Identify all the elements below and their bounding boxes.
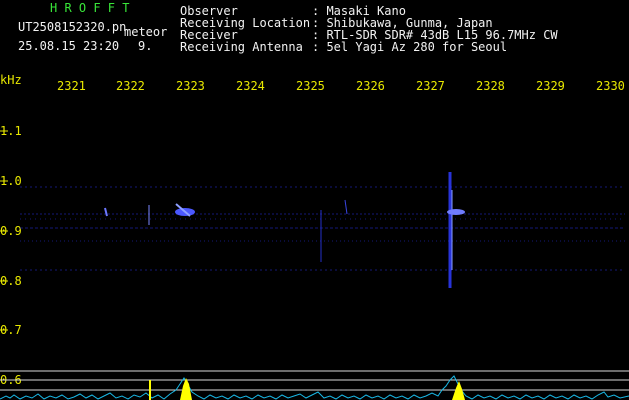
reference-lines [0,370,629,391]
spectrogram-plot [0,130,629,400]
noise-rows [20,186,625,271]
tick-marks [0,130,8,381]
meteor-echo-head [447,209,465,215]
meteor-echoes [104,172,465,288]
spectrum-trace [0,375,629,400]
hrofft-screen: H R O F F T UT2508152320.pn meteor 25.08… [0,0,629,400]
meteor-echo-faint [104,207,108,217]
meteor-echo-faint [344,199,348,215]
